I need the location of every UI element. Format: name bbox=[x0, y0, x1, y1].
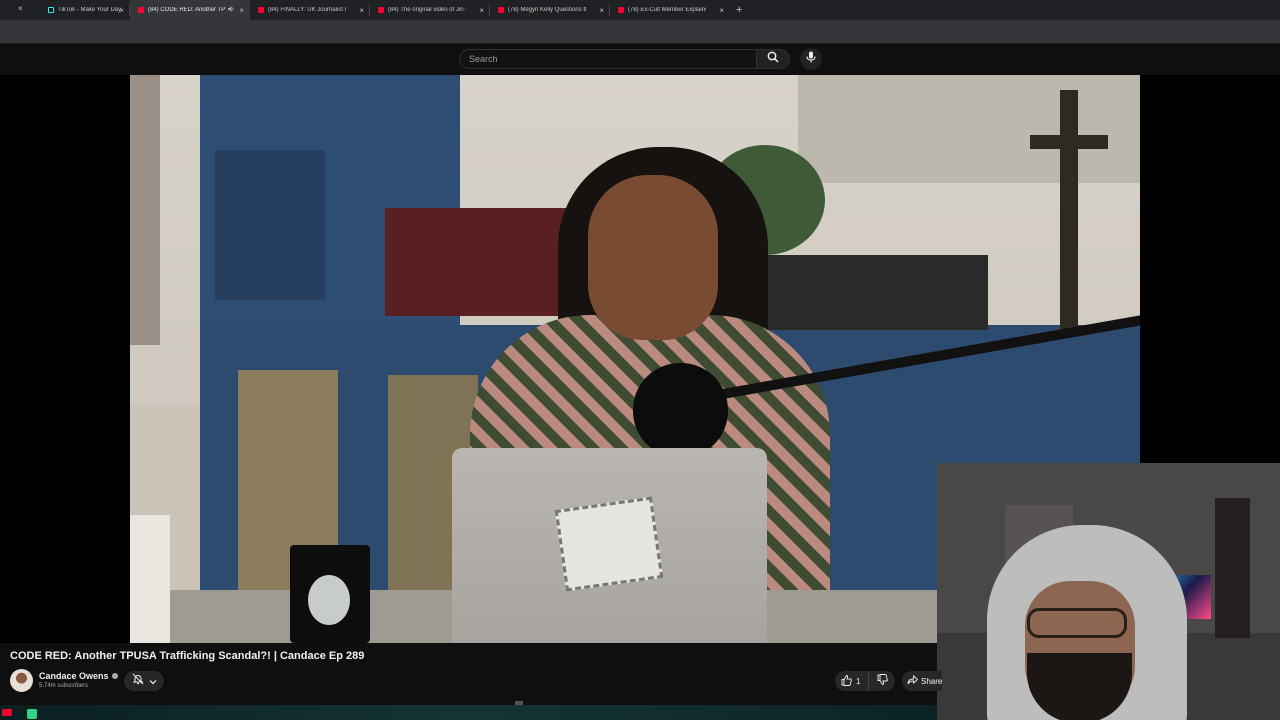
speaker-icon[interactable] bbox=[228, 6, 235, 14]
chevron-down-icon bbox=[149, 672, 157, 690]
youtube-header: Search bbox=[0, 44, 1280, 75]
youtube-taskbar-icon[interactable] bbox=[2, 709, 12, 716]
books bbox=[385, 208, 568, 316]
taskbar-indicator bbox=[515, 701, 523, 705]
search-placeholder: Search bbox=[469, 54, 498, 64]
host-face bbox=[588, 175, 718, 340]
browser-tab[interactable]: (78) Megyn Kelly Questions the × bbox=[490, 0, 610, 20]
channel-avatar[interactable] bbox=[10, 669, 33, 692]
share-label: Share bbox=[921, 676, 942, 686]
dislike-button[interactable] bbox=[869, 671, 895, 691]
new-tab-button[interactable]: + bbox=[736, 4, 742, 16]
notification-button[interactable] bbox=[124, 671, 164, 691]
crucifix-bar bbox=[1030, 135, 1108, 149]
like-count: 1 bbox=[856, 676, 861, 686]
close-tab-icon[interactable]: × bbox=[359, 6, 364, 15]
search-input[interactable]: Search bbox=[459, 49, 757, 69]
app-taskbar-icon[interactable] bbox=[27, 709, 37, 719]
tab-title: (84) FINALLY: UK Journalist CON bbox=[268, 7, 346, 13]
crucifix bbox=[1060, 90, 1078, 330]
channel-name[interactable]: Candace Owens bbox=[39, 671, 109, 681]
like-button[interactable]: 1 bbox=[835, 671, 869, 691]
subscriber-count: 5.74m subscribers bbox=[39, 683, 89, 689]
browser-tab[interactable]: (78) Ex-Cult Member Explains H × bbox=[610, 0, 730, 20]
taskbar bbox=[0, 705, 937, 720]
laptop-sticker bbox=[554, 496, 664, 592]
youtube-icon bbox=[498, 7, 504, 13]
youtube-icon bbox=[378, 7, 384, 13]
close-tab-icon[interactable]: × bbox=[479, 6, 484, 15]
vase bbox=[130, 515, 170, 643]
window bbox=[130, 75, 160, 345]
thumbs-up-icon bbox=[841, 674, 852, 688]
close-tab-icon[interactable]: × bbox=[719, 6, 724, 15]
close-tab-icon[interactable]: × bbox=[599, 6, 604, 15]
browser-tab[interactable]: (84) FINALLY: UK Journalist CON × bbox=[250, 0, 370, 20]
viewer-glasses bbox=[1027, 608, 1127, 638]
channel-name-row[interactable]: Candace Owens bbox=[39, 671, 118, 681]
browser-tab[interactable]: TikTok - Make Your Day × bbox=[0, 0, 130, 20]
tiktok-icon bbox=[48, 7, 54, 13]
browser-tab-active[interactable]: (84) CODE RED: Another TP × bbox=[130, 0, 250, 20]
bell-icon bbox=[132, 672, 144, 690]
like-dislike-group: 1 bbox=[835, 671, 895, 691]
browser-tab-strip: × TikTok - Make Your Day × (84) CODE RED… bbox=[0, 0, 1280, 20]
close-tab-icon[interactable]: × bbox=[119, 6, 124, 15]
mug-print bbox=[308, 575, 350, 625]
youtube-icon bbox=[258, 7, 264, 13]
video-title: CODE RED: Another TPUSA Trafficking Scan… bbox=[10, 650, 365, 662]
tab-title: (84) The original video of Jin sh bbox=[388, 7, 466, 13]
microphone-icon bbox=[806, 50, 816, 68]
verified-icon bbox=[111, 673, 118, 679]
youtube-icon bbox=[138, 7, 144, 13]
tab-title: (84) CODE RED: Another TP bbox=[148, 7, 226, 13]
browser-tab[interactable]: (84) The original video of Jin sh × bbox=[370, 0, 490, 20]
shelf-compartment bbox=[215, 150, 325, 300]
browser-toolbar bbox=[0, 20, 1280, 44]
podcast-microphone bbox=[633, 363, 728, 458]
search-button[interactable] bbox=[757, 49, 790, 69]
share-icon bbox=[907, 675, 919, 687]
book-stack bbox=[760, 255, 988, 330]
room-shelf bbox=[1215, 498, 1250, 638]
share-button[interactable]: Share bbox=[902, 671, 942, 691]
close-tab-icon[interactable]: × bbox=[239, 6, 244, 15]
tab-title: (78) Megyn Kelly Questions the bbox=[508, 7, 586, 13]
webcam-overlay bbox=[937, 463, 1280, 720]
youtube-icon bbox=[618, 7, 624, 13]
voice-search-button[interactable] bbox=[800, 48, 822, 70]
search-icon bbox=[767, 50, 779, 68]
tab-title: (78) Ex-Cult Member Explains H bbox=[628, 7, 706, 13]
wall-art bbox=[798, 75, 1140, 183]
thumbs-down-icon bbox=[877, 672, 888, 690]
